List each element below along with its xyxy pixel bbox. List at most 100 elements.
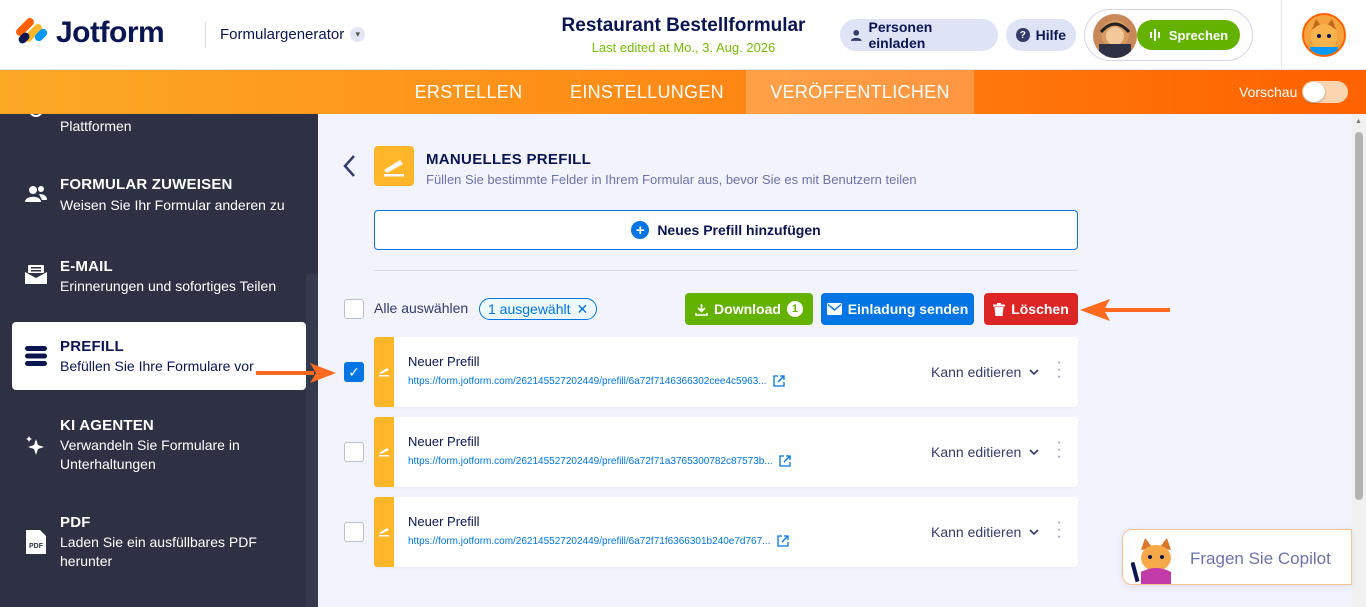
more-options-icon[interactable]: · · ·	[1054, 435, 1064, 465]
add-prefill-label: Neues Prefill hinzufügen	[657, 222, 821, 238]
copilot-widget[interactable]: Fragen Sie Copilot	[1122, 529, 1352, 585]
sidebar-item-pdf[interactable]: PDF PDF Laden Sie ein ausfüllbares PDF h…	[12, 506, 306, 576]
prefill-link[interactable]: https://form.jotform.com/262145527202449…	[408, 375, 785, 387]
help-label: Hilfe	[1035, 27, 1066, 43]
prefill-link[interactable]: https://form.jotform.com/262145527202449…	[408, 535, 789, 547]
sidebar-item-assign-form[interactable]: FORMULAR ZUWEISEN Weisen Sie Ihr Formula…	[12, 164, 306, 224]
svg-text:PDF: PDF	[29, 543, 44, 550]
prefill-row[interactable]: Neuer Prefill https://form.jotform.com/2…	[374, 337, 1078, 407]
prefill-name: Neuer Prefill	[408, 434, 480, 449]
trash-icon	[993, 302, 1006, 316]
form-title[interactable]: Restaurant Bestellformular	[540, 15, 827, 37]
download-label: Download	[714, 301, 781, 317]
back-arrow-icon[interactable]	[341, 153, 361, 183]
external-link-icon[interactable]	[776, 535, 789, 547]
external-link-icon[interactable]	[779, 455, 791, 467]
publish-sidebar: Plattformen FORMULAR ZUWEISEN Weisen Sie…	[0, 114, 318, 607]
sidebar-item-ai-agents[interactable]: KI AGENTEN Verwandeln Sie Formulare in U…	[12, 410, 306, 480]
sound-wave-icon	[1149, 29, 1160, 41]
more-options-icon[interactable]: · · ·	[1054, 355, 1064, 385]
sidebar-item-desc: Laden Sie ein ausfüllbares PDF herunter	[60, 534, 257, 569]
selected-count-pill: 1 ausgewählt ✕	[479, 298, 598, 320]
pdf-file-icon: PDF	[24, 530, 48, 554]
invite-label: Personen einladen	[868, 19, 933, 51]
sidebar-item-title: FORMULAR ZUWEISEN	[60, 176, 233, 193]
scrollbar-thumb[interactable]	[1355, 132, 1363, 500]
sidebar-item-email[interactable]: E-MAIL Erinnerungen und sofortiges Teile…	[12, 244, 306, 304]
prefill-row-checkbox[interactable]: ✓	[344, 362, 364, 382]
selected-count-label: 1 ausgewählt	[488, 301, 571, 317]
annotation-arrow-right-icon	[256, 363, 336, 383]
plus-icon: +	[631, 221, 650, 239]
user-avatar[interactable]	[1302, 13, 1346, 57]
add-new-prefill-button[interactable]: + Neues Prefill hinzufügen	[374, 210, 1078, 250]
download-count-badge: 1	[786, 301, 803, 317]
sparkles-icon	[24, 434, 48, 458]
email-icon	[24, 263, 48, 287]
sidebar-item-title: KI AGENTEN	[60, 417, 154, 434]
prefill-row-checkbox[interactable]	[344, 522, 364, 542]
form-generator-dropdown[interactable]: Formulargenerator ▾	[220, 26, 366, 43]
top-header: Jotform Formulargenerator ▾ Restaurant B…	[0, 0, 1366, 70]
prefill-icon	[379, 528, 389, 537]
speak-button[interactable]: Sprechen	[1137, 20, 1240, 50]
sidebar-item-title: PDF	[60, 514, 91, 531]
prefill-accent-strip	[374, 497, 394, 567]
download-icon	[695, 303, 708, 316]
sidebar-scrollbar[interactable]	[306, 274, 318, 607]
prefill-row-checkbox[interactable]	[344, 442, 364, 462]
speak-label: Sprechen	[1168, 27, 1229, 43]
prefill-accent-strip	[374, 337, 394, 407]
invite-people-button[interactable]: Personen einladen	[840, 19, 998, 51]
user-icon	[850, 29, 862, 41]
prefill-url[interactable]: https://form.jotform.com/262145527202449…	[408, 456, 773, 467]
section-description: Füllen Sie bestimmte Felder in Ihrem For…	[426, 172, 917, 187]
prefill-url[interactable]: https://form.jotform.com/262145527202449…	[408, 536, 771, 547]
clear-selection-icon[interactable]: ✕	[577, 301, 589, 318]
prefill-row[interactable]: Neuer Prefill https://form.jotform.com/2…	[374, 497, 1078, 567]
manual-prefill-icon	[374, 146, 414, 186]
sidebar-item-desc: Weisen Sie Ihr Formular anderen zu	[60, 197, 285, 213]
main-scrollbar[interactable]: ▲	[1352, 114, 1366, 607]
preview-label: Vorschau	[1239, 84, 1298, 100]
tab-veroeffentlichen[interactable]: VERÖFFENTLICHEN	[746, 70, 974, 114]
jotform-logo[interactable]: Jotform	[14, 16, 165, 50]
delete-button[interactable]: Löschen	[984, 293, 1078, 325]
permission-label: Kann editieren	[931, 364, 1022, 380]
tab-erstellen[interactable]: ERSTELLEN	[400, 70, 537, 114]
scroll-up-icon[interactable]: ▲	[1355, 118, 1362, 125]
more-options-icon[interactable]: · · ·	[1054, 515, 1064, 545]
download-button[interactable]: Download 1	[685, 293, 813, 325]
help-button[interactable]: ? Hilfe	[1006, 19, 1076, 51]
sidebar-item-title: E-MAIL	[60, 258, 113, 275]
sidebar-item-title: PREFILL	[60, 338, 124, 355]
prefill-icon	[379, 368, 389, 377]
prefill-link[interactable]: https://form.jotform.com/262145527202449…	[408, 455, 791, 467]
chevron-down-icon	[1029, 529, 1039, 535]
envelope-icon	[826, 303, 842, 315]
chevron-down-icon	[1029, 449, 1039, 455]
sidebar-item-desc: Verwandeln Sie Formulare in Unterhaltung…	[60, 437, 240, 472]
permission-dropdown[interactable]: Kann editieren	[931, 444, 1039, 460]
select-all-checkbox[interactable]	[344, 299, 364, 319]
sidebar-item-desc: Erinnerungen und sofortiges Teilen	[60, 278, 277, 294]
permission-dropdown[interactable]: Kann editieren	[931, 524, 1039, 540]
sidebar-item-platforms[interactable]: Plattformen	[12, 114, 306, 144]
permission-dropdown[interactable]: Kann editieren	[931, 364, 1039, 380]
section-divider	[374, 270, 1078, 271]
send-invitation-button[interactable]: Einladung senden	[821, 293, 974, 325]
prefill-name: Neuer Prefill	[408, 354, 480, 369]
tab-einstellungen[interactable]: EINSTELLUNGEN	[548, 70, 746, 114]
header-divider-right	[1281, 0, 1282, 70]
chevron-down-icon	[1029, 369, 1039, 375]
preview-toggle[interactable]	[1302, 81, 1348, 103]
section-title: MANUELLES PREFILL	[426, 151, 592, 168]
send-invitation-label: Einladung senden	[847, 301, 969, 317]
form-title-block: Restaurant Bestellformular Last edited a…	[540, 15, 827, 55]
select-all-label[interactable]: Alle auswählen	[374, 300, 468, 316]
copilot-label: Fragen Sie Copilot	[1190, 549, 1331, 568]
platforms-icon	[24, 114, 48, 126]
prefill-url[interactable]: https://form.jotform.com/262145527202449…	[408, 376, 767, 387]
prefill-row[interactable]: Neuer Prefill https://form.jotform.com/2…	[374, 417, 1078, 487]
external-link-icon[interactable]	[772, 375, 785, 387]
